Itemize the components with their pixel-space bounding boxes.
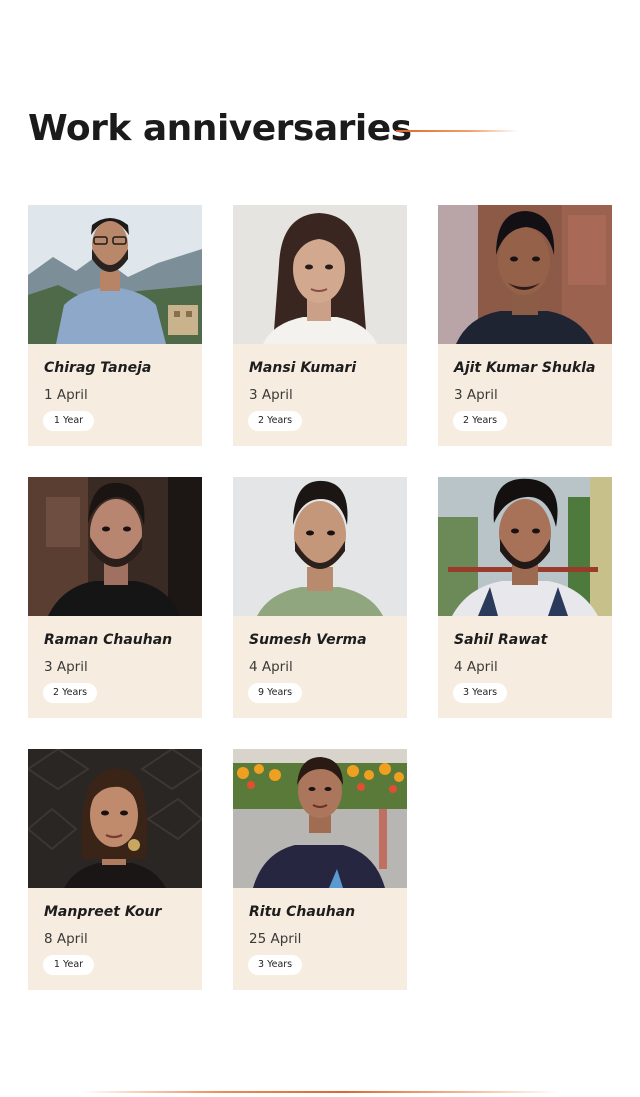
anniversary-date: 8 April bbox=[44, 931, 88, 947]
portrait-plain-background bbox=[233, 477, 407, 616]
tenure-badge: 1 Year bbox=[43, 955, 94, 975]
anniversary-date: 4 April bbox=[454, 659, 498, 675]
tenure-badge: 3 Years bbox=[248, 955, 303, 975]
employee-photo bbox=[438, 205, 612, 344]
employee-card: Ajit Kumar Shukla 3 April 2 Years bbox=[438, 205, 612, 446]
employee-name: Chirag Taneja bbox=[44, 360, 152, 376]
employee-name: Raman Chauhan bbox=[44, 632, 173, 648]
employee-photo bbox=[233, 477, 407, 616]
employee-card: Raman Chauhan 3 April 2 Years bbox=[28, 477, 202, 718]
portrait-outdoor-garden bbox=[438, 477, 612, 616]
anniversary-date: 1 April bbox=[44, 387, 88, 403]
employee-photo bbox=[28, 749, 202, 888]
portrait-mountain-outdoor bbox=[28, 205, 202, 344]
tenure-badge: 9 Years bbox=[248, 683, 303, 703]
footer-divider bbox=[80, 1091, 560, 1093]
employee-card: Chirag Taneja 1 April 1 Year bbox=[28, 205, 202, 446]
employee-photo bbox=[233, 205, 407, 344]
employee-name: Sahil Rawat bbox=[454, 632, 548, 648]
employee-name: Manpreet Kour bbox=[44, 904, 162, 920]
employee-card: Ritu Chauhan 25 April 3 Years bbox=[233, 749, 407, 990]
tenure-badge: 1 Year bbox=[43, 411, 94, 431]
anniversary-date: 3 April bbox=[249, 387, 293, 403]
employee-photo bbox=[233, 749, 407, 888]
anniversary-date: 3 April bbox=[454, 387, 498, 403]
tenure-badge: 3 Years bbox=[453, 683, 508, 703]
tenure-badge: 2 Years bbox=[248, 411, 303, 431]
tenure-badge: 2 Years bbox=[453, 411, 508, 431]
anniversary-date: 3 April bbox=[44, 659, 88, 675]
portrait-flower-garden bbox=[233, 749, 407, 888]
anniversary-date: 4 April bbox=[249, 659, 293, 675]
employee-card: Manpreet Kour 8 April 1 Year bbox=[28, 749, 202, 990]
employee-name: Ritu Chauhan bbox=[249, 904, 356, 920]
heading-accent-line bbox=[396, 130, 518, 132]
employee-card: Sahil Rawat 4 April 3 Years bbox=[438, 477, 612, 718]
portrait-tufted-backdrop bbox=[28, 749, 202, 888]
section-heading: Work anniversaries bbox=[28, 104, 412, 152]
employee-photo bbox=[438, 477, 612, 616]
portrait-dark-room bbox=[28, 477, 202, 616]
employee-photo bbox=[28, 205, 202, 344]
employee-photo bbox=[28, 477, 202, 616]
tenure-badge: 2 Years bbox=[43, 683, 98, 703]
employee-name: Ajit Kumar Shukla bbox=[454, 360, 596, 376]
employee-card: Sumesh Verma 4 April 9 Years bbox=[233, 477, 407, 718]
employee-name: Sumesh Verma bbox=[249, 632, 367, 648]
page-title: Work anniversaries bbox=[28, 107, 412, 149]
portrait-plain-background bbox=[233, 205, 407, 344]
employee-card: Mansi Kumari 3 April 2 Years bbox=[233, 205, 407, 446]
anniversary-date: 25 April bbox=[249, 931, 302, 947]
employee-name: Mansi Kumari bbox=[249, 360, 357, 376]
portrait-door-background bbox=[438, 205, 612, 344]
